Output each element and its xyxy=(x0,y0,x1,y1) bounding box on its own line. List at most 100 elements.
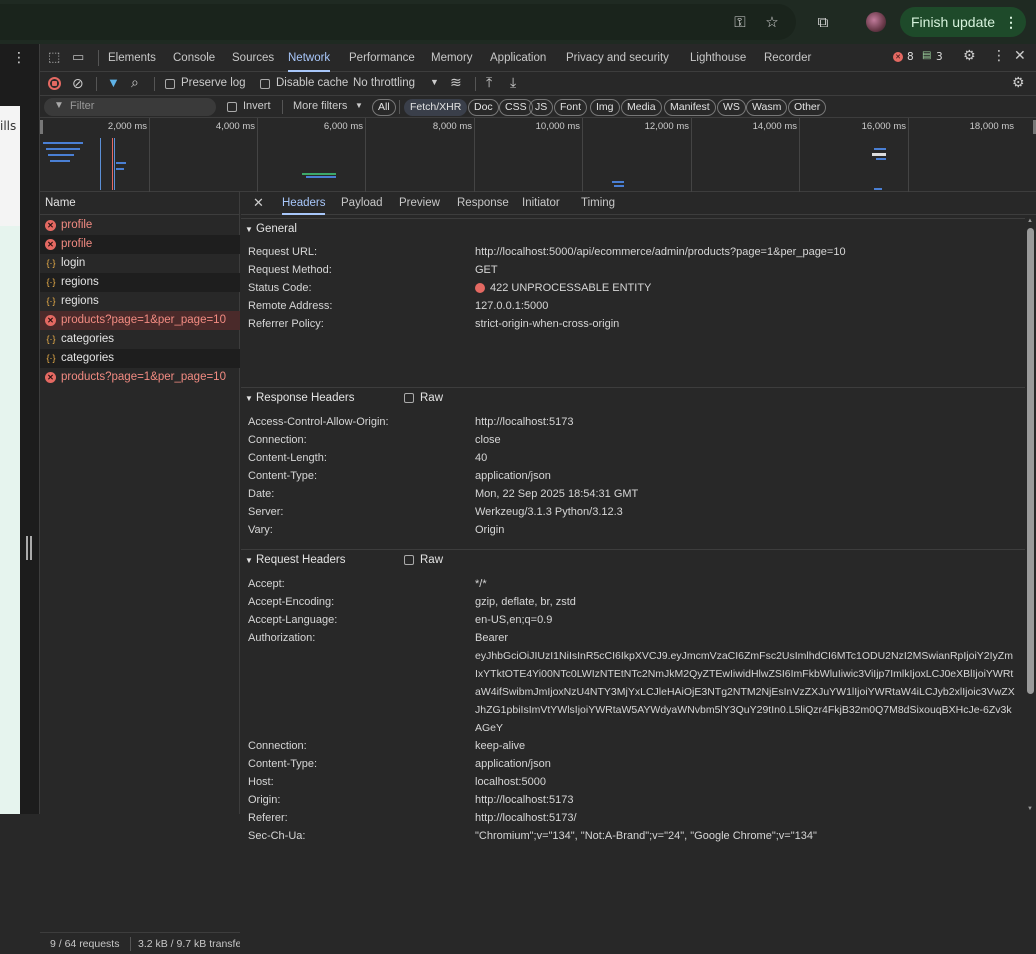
detail-tabs: ✕ Headers Payload Preview Response Initi… xyxy=(241,192,1036,215)
tab-headers[interactable]: Headers xyxy=(282,192,326,215)
preserve-log-checkbox[interactable] xyxy=(165,79,175,89)
import-har-icon[interactable]: ⤒ xyxy=(486,74,492,91)
close-detail-icon[interactable]: ✕ xyxy=(253,195,264,211)
tab-console[interactable]: Console xyxy=(173,44,215,72)
export-har-icon[interactable]: ⤓ xyxy=(510,74,516,91)
key-icon[interactable]: ⚿ xyxy=(730,12,750,32)
chevron-down-icon[interactable]: ▼ xyxy=(430,77,439,87)
tab-sources[interactable]: Sources xyxy=(232,44,274,72)
header-row: Referer: http://localhost:5173/ xyxy=(248,809,1025,827)
request-row[interactable]: ✕ profile xyxy=(40,216,240,235)
chevron-down-icon[interactable]: ▼ xyxy=(355,101,363,110)
type-filter-media[interactable]: Media xyxy=(621,99,662,116)
clear-icon[interactable]: ⊘ xyxy=(72,75,84,92)
tab-network[interactable]: Network xyxy=(288,44,331,72)
timeline-handle-left[interactable] xyxy=(40,120,43,134)
network-overview-timeline[interactable]: 2,000 ms 4,000 ms 6,000 ms 8,000 ms 10,0… xyxy=(40,118,1036,192)
header-value: strict-origin-when-cross-origin xyxy=(475,318,620,330)
issues-icon[interactable]: ▤ xyxy=(922,50,931,61)
filter-input[interactable]: ▼ Filter xyxy=(44,98,216,116)
tab-initiator[interactable]: Initiator xyxy=(522,192,560,215)
header-value: Origin xyxy=(475,524,505,536)
request-row[interactable]: {·} regions xyxy=(40,273,240,292)
tab-elements[interactable]: Elements xyxy=(108,44,156,72)
finish-update-label: Finish update xyxy=(911,14,996,30)
header-row: Request URL: http://localhost:5000/api/ec… xyxy=(248,243,1025,261)
search-icon[interactable]: ⌕ xyxy=(131,74,139,91)
expand-triangle-icon: ▼ xyxy=(245,225,253,234)
detail-scrollbar[interactable]: ▲ ▼ xyxy=(1026,218,1035,812)
header-value: 127.0.0.1:5000 xyxy=(475,300,549,312)
tab-memory[interactable]: Memory xyxy=(431,44,473,72)
issues-count[interactable]: 3 xyxy=(936,51,943,63)
more-vert-icon[interactable]: ⋮ xyxy=(12,50,26,66)
devtools-resize-handle[interactable] xyxy=(26,536,32,560)
raw-checkbox[interactable] xyxy=(404,555,414,565)
type-filter-img[interactable]: Img xyxy=(590,99,620,116)
request-row[interactable]: ✕ profile xyxy=(40,235,240,254)
more-vert-icon[interactable]: ⋮ xyxy=(1004,7,1018,37)
type-filter-wasm[interactable]: Wasm xyxy=(746,99,788,116)
name-column-header[interactable]: Name xyxy=(40,192,240,215)
profile-avatar[interactable] xyxy=(866,12,886,32)
inspect-element-icon[interactable]: ⬚ xyxy=(48,50,60,65)
request-row[interactable]: {·} categories xyxy=(40,330,240,349)
response-headers-section-header[interactable]: ▼ Response Headers Raw xyxy=(241,387,1025,409)
header-value: http://localhost:5173 xyxy=(475,794,574,806)
error-icon[interactable]: ✕ xyxy=(893,52,903,62)
type-filter-all[interactable]: All xyxy=(372,99,396,116)
page-text: ills xyxy=(0,119,17,133)
network-conditions-icon[interactable]: ≋ xyxy=(450,74,462,91)
header-row: Host: localhost:5000 xyxy=(248,773,1025,791)
more-options-icon[interactable]: ⋮ xyxy=(992,48,1006,64)
request-headers-section-header[interactable]: ▼ Request Headers Raw xyxy=(241,549,1025,571)
record-stop-icon[interactable] xyxy=(48,77,61,90)
tab-application[interactable]: Application xyxy=(490,44,546,72)
type-filter-doc[interactable]: Doc xyxy=(468,99,499,116)
type-filter-css[interactable]: CSS xyxy=(499,99,533,116)
disable-cache-checkbox[interactable] xyxy=(260,79,270,89)
tab-response[interactable]: Response xyxy=(457,192,509,215)
tab-privacy-security[interactable]: Privacy and security xyxy=(566,44,669,72)
tab-performance[interactable]: Performance xyxy=(349,44,415,72)
throttling-select[interactable]: No throttling xyxy=(353,77,415,89)
tick-label: 6,000 ms xyxy=(323,121,363,132)
header-value: */* xyxy=(475,578,487,590)
tab-payload[interactable]: Payload xyxy=(341,192,383,215)
extensions-icon[interactable]: ⧉ xyxy=(813,12,833,32)
filter-funnel-icon[interactable]: ▼ xyxy=(107,75,120,90)
device-toolbar-icon[interactable]: ▭ xyxy=(72,50,84,65)
invert-checkbox[interactable] xyxy=(227,102,237,112)
general-section-header[interactable]: ▼ General xyxy=(241,218,1025,240)
header-key: Date: xyxy=(248,488,275,500)
request-row[interactable]: ✕ products?page=1&per_page=10 xyxy=(40,311,240,330)
error-count[interactable]: 8 xyxy=(907,51,914,63)
tab-preview[interactable]: Preview xyxy=(399,192,440,215)
type-filter-manifest[interactable]: Manifest xyxy=(664,99,716,116)
bookmark-star-icon[interactable]: ☆ xyxy=(762,12,782,32)
request-row[interactable]: {·} login xyxy=(40,254,240,273)
settings-gear-icon[interactable]: ⚙ xyxy=(963,48,976,64)
tab-recorder[interactable]: Recorder xyxy=(764,44,811,72)
header-row: Referrer Policy: strict-origin-when-cross… xyxy=(248,315,1025,333)
tab-timing[interactable]: Timing xyxy=(581,192,615,215)
type-filter-fetch-xhr[interactable]: Fetch/XHR xyxy=(404,99,468,116)
request-row[interactable]: {·} regions xyxy=(40,292,240,311)
type-filter-font[interactable]: Font xyxy=(554,99,588,116)
type-filter-ws[interactable]: WS xyxy=(717,99,746,116)
type-filter-other[interactable]: Other xyxy=(788,99,827,116)
network-settings-icon[interactable]: ⚙ xyxy=(1012,74,1025,91)
preserve-log-label: Preserve log xyxy=(181,77,246,89)
tab-lighthouse[interactable]: Lighthouse xyxy=(690,44,746,72)
section-title: General xyxy=(256,223,297,235)
scrollbar-thumb[interactable] xyxy=(1027,228,1034,694)
address-bar[interactable] xyxy=(0,4,796,40)
request-row[interactable]: ✕ products?page=1&per_page=10 xyxy=(40,368,240,387)
header-key: Origin: xyxy=(248,794,281,806)
finish-update-button[interactable]: Finish update ⋮ xyxy=(900,7,1026,37)
close-devtools-icon[interactable]: ✕ xyxy=(1014,48,1026,64)
more-filters-dropdown[interactable]: More filters xyxy=(293,100,347,112)
raw-checkbox[interactable] xyxy=(404,393,414,403)
request-row[interactable]: {·} categories xyxy=(40,349,240,368)
type-filter-js[interactable]: JS xyxy=(529,99,554,116)
